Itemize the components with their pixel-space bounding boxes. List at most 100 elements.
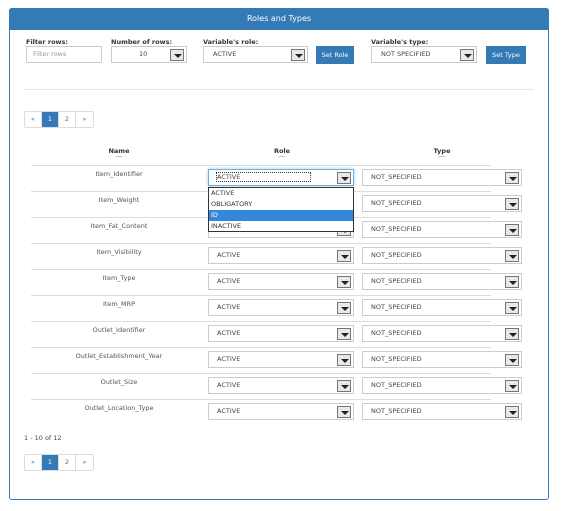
row-role-value: ACTIVE	[217, 381, 241, 389]
divider	[24, 89, 534, 90]
row-type-value: NOT_SPECIFIED	[371, 173, 422, 181]
page-1[interactable]: 1	[42, 112, 59, 127]
next-page[interactable]: »	[76, 455, 93, 470]
type-select[interactable]: NOT SPECIFIED	[371, 46, 477, 63]
set-role-button[interactable]: Set Role	[316, 46, 354, 64]
chevron-down-icon	[337, 354, 351, 366]
page-1[interactable]: 1	[42, 455, 59, 470]
row-type-value: NOT_SPECIFIED	[371, 381, 422, 389]
row-divider	[31, 165, 491, 166]
chevron-down-icon	[460, 49, 474, 61]
row-role-select[interactable]: ACTIVE	[208, 169, 354, 186]
row-type-select[interactable]: NOT_SPECIFIED	[362, 299, 522, 316]
rows-label: Number of rows:	[111, 38, 173, 46]
row-name: Item_Visibility	[96, 248, 142, 256]
row-divider	[31, 321, 491, 322]
chevron-down-icon	[505, 250, 519, 262]
row-role-select[interactable]: ACTIVE	[208, 325, 354, 342]
row-type-select[interactable]: NOT_SPECIFIED	[362, 221, 522, 238]
option-active[interactable]: ACTIVE	[209, 188, 353, 199]
header-role-label: Role	[273, 147, 291, 155]
sort-icon	[115, 156, 123, 159]
row-type-select[interactable]: NOT_SPECIFIED	[362, 403, 522, 420]
page-2[interactable]: 2	[59, 455, 76, 470]
rows-select[interactable]: 10	[111, 46, 187, 63]
row-type-value: NOT_SPECIFIED	[371, 407, 422, 415]
row-name: Item_Type	[102, 274, 136, 282]
row-role-value: ACTIVE	[215, 172, 312, 182]
page-2[interactable]: 2	[59, 112, 76, 127]
row-role-select[interactable]: ACTIVE	[208, 377, 354, 394]
role-dropdown-list: ACTIVE OBLIGATORY ID INACTIVE	[208, 187, 354, 232]
row-type-value: NOT_SPECIFIED	[371, 303, 422, 311]
row-role-value: ACTIVE	[217, 251, 241, 259]
row-divider	[31, 347, 491, 348]
chevron-down-icon	[337, 328, 351, 340]
chevron-down-icon	[337, 406, 351, 418]
row-type-select[interactable]: NOT_SPECIFIED	[362, 351, 522, 368]
row-type-value: NOT_SPECIFIED	[371, 329, 422, 337]
chevron-down-icon	[337, 276, 351, 288]
prev-page[interactable]: «	[25, 112, 42, 127]
row-role-select[interactable]: ACTIVE	[208, 299, 354, 316]
row-role-select[interactable]: ACTIVE	[208, 351, 354, 368]
row-role-value: ACTIVE	[217, 277, 241, 285]
pagination-top: « 1 2 »	[24, 111, 94, 128]
row-role-select[interactable]: ACTIVE	[208, 247, 354, 264]
chevron-down-icon	[505, 380, 519, 392]
row-divider	[31, 243, 491, 244]
row-type-select[interactable]: NOT_SPECIFIED	[362, 273, 522, 290]
set-type-button[interactable]: Set Type	[486, 46, 526, 64]
filter-input[interactable]: Filter rows	[26, 46, 102, 63]
row-name: Item_Fat_Content	[90, 222, 148, 230]
row-divider	[31, 373, 491, 374]
row-name: Item_Weight	[98, 196, 140, 204]
chevron-down-icon	[505, 198, 519, 210]
option-obligatory[interactable]: OBLIGATORY	[209, 199, 353, 210]
role-select[interactable]: ACTIVE	[203, 46, 308, 63]
rows-value: 10	[139, 50, 148, 58]
row-type-select[interactable]: NOT_SPECIFIED	[362, 195, 522, 212]
row-role-value: ACTIVE	[217, 303, 241, 311]
sort-icon	[278, 156, 286, 159]
row-type-value: NOT_SPECIFIED	[371, 355, 422, 363]
row-role-value: ACTIVE	[217, 407, 241, 415]
header-type-label: Type	[433, 147, 451, 155]
chevron-down-icon	[337, 302, 351, 314]
chevron-down-icon	[505, 302, 519, 314]
type-value: NOT SPECIFIED	[381, 50, 431, 58]
row-role-value: ACTIVE	[217, 355, 241, 363]
row-divider	[31, 295, 491, 296]
pagination-bottom: « 1 2 »	[24, 454, 94, 471]
chevron-down-icon	[170, 49, 184, 61]
row-type-select[interactable]: NOT_SPECIFIED	[362, 325, 522, 342]
header-name[interactable]: Name	[69, 147, 169, 159]
header-type[interactable]: Type	[392, 147, 492, 159]
header-role[interactable]: Role	[232, 147, 332, 159]
option-inactive[interactable]: INACTIVE	[209, 221, 353, 232]
prev-page[interactable]: «	[25, 455, 42, 470]
row-type-value: NOT_SPECIFIED	[371, 251, 422, 259]
row-role-select[interactable]: ACTIVE	[208, 403, 354, 420]
row-name: Item_MRP	[102, 300, 136, 308]
chevron-down-icon	[291, 49, 305, 61]
row-type-value: NOT_SPECIFIED	[371, 199, 422, 207]
header-name-label: Name	[108, 147, 130, 155]
chevron-down-icon	[505, 406, 519, 418]
row-name: Outlet_Identifier	[92, 326, 146, 334]
row-name: Outlet_Size	[100, 378, 138, 386]
chevron-down-icon	[337, 250, 351, 262]
next-page[interactable]: »	[76, 112, 93, 127]
role-value: ACTIVE	[213, 50, 237, 58]
row-role-value: ACTIVE	[217, 329, 241, 337]
row-type-select[interactable]: NOT_SPECIFIED	[362, 377, 522, 394]
chevron-down-icon	[505, 276, 519, 288]
chevron-down-icon	[505, 172, 519, 184]
type-label: Variable's type:	[371, 38, 429, 46]
row-type-select[interactable]: NOT_SPECIFIED	[362, 247, 522, 264]
panel-title: Roles and Types	[9, 8, 549, 30]
row-role-select[interactable]: ACTIVE	[208, 273, 354, 290]
option-id[interactable]: ID	[209, 210, 353, 221]
chevron-down-icon	[337, 380, 351, 392]
row-type-select[interactable]: NOT_SPECIFIED	[362, 169, 522, 186]
